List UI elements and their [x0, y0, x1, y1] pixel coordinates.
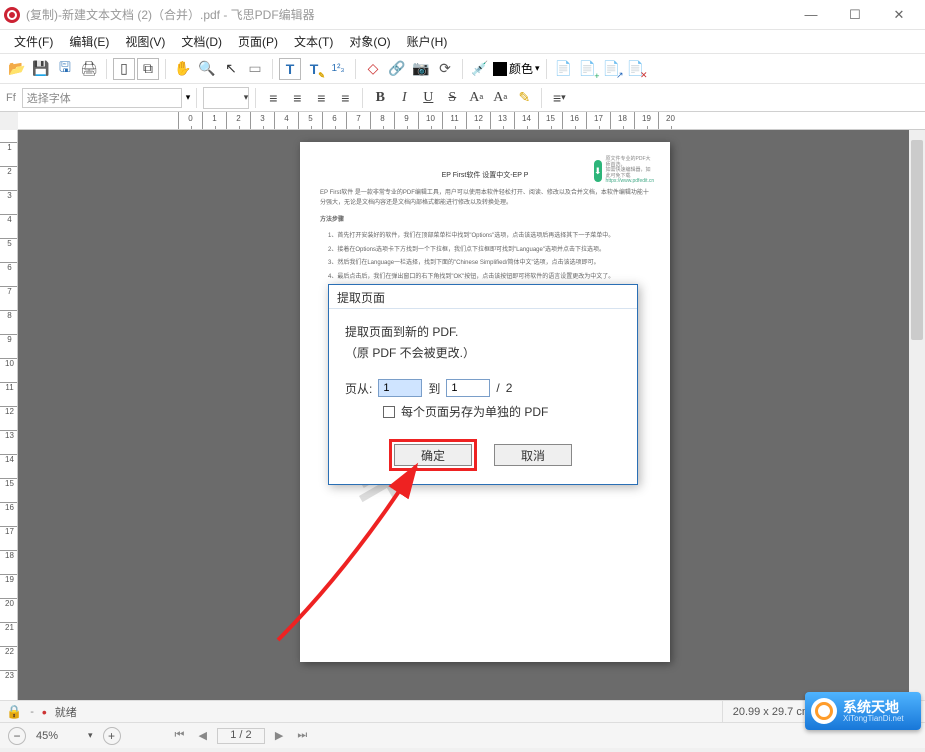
zoom-in-button[interactable]: +	[103, 727, 121, 745]
gear-icon	[811, 698, 837, 724]
doc-step: 4、最后点击后，我们在弹出窗口的右下角找到"OK"按钮，点击该按钮即可将软件的语…	[320, 273, 650, 283]
menu-account[interactable]: 账户(H)	[401, 31, 454, 52]
zoom-bar: − 45% ▾ + ⏮ ◀ 1 / 2 ▶ ⏭	[0, 722, 925, 748]
text-tool-icon[interactable]: T	[279, 58, 301, 80]
marquee-icon[interactable]: ▭	[244, 58, 266, 80]
doc-step: 2、接着在Options选项卡下方找到一个下拉框，我们点下拉框即可找到"Lang…	[320, 246, 650, 256]
color-picker[interactable]: 颜色 ▾	[493, 60, 540, 77]
zoom-tool-icon[interactable]: 🔍	[196, 58, 218, 80]
page-number-field[interactable]: 1 / 2	[217, 728, 265, 744]
menu-text[interactable]: 文本(T)	[288, 31, 339, 52]
pdf-logo-icon: ⬇	[594, 160, 602, 182]
doc-subhead: 方法步骤	[320, 216, 650, 226]
page-insert-icon[interactable]: 📄	[553, 58, 575, 80]
dialog-line2: （原 PDF 不会被更改.）	[345, 344, 621, 361]
superscript-icon[interactable]: Aa	[465, 87, 487, 109]
maximize-button[interactable]: ☐	[833, 0, 877, 30]
total-pages: 2	[506, 381, 513, 395]
rotate-icon[interactable]: ⟳	[434, 58, 456, 80]
camera-icon[interactable]: 📷	[410, 58, 432, 80]
page-layout2-icon[interactable]: ⧉	[137, 58, 159, 80]
menu-view[interactable]: 视图(V)	[119, 31, 171, 52]
to-page-input[interactable]	[446, 379, 490, 397]
save-icon[interactable]: 💾	[30, 58, 52, 80]
ruler-horizontal: 01234567891011121314151617181920	[18, 112, 925, 130]
zoom-out-button[interactable]: −	[8, 727, 26, 745]
dialog-title: 提取页面	[329, 285, 637, 309]
page-add-icon[interactable]: 📄+	[577, 58, 599, 80]
line-spacing-icon[interactable]: ≡▾	[548, 87, 570, 109]
page-layout1-icon[interactable]: ▯	[113, 58, 135, 80]
print-icon[interactable]: 🖨	[78, 58, 100, 80]
separate-pdf-checkbox[interactable]	[383, 406, 395, 418]
menu-document[interactable]: 文档(D)	[175, 31, 228, 52]
status-ready: 就绪	[55, 704, 77, 720]
font-size-icon[interactable]: ▾	[203, 87, 249, 109]
align-justify-icon[interactable]: ≡	[334, 87, 356, 109]
cancel-button[interactable]: 取消	[494, 444, 572, 466]
scrollbar-vertical[interactable]	[909, 130, 925, 700]
ruler-vertical: 1234567891011121314151617181920212223	[0, 130, 18, 700]
minimize-button[interactable]: —	[789, 0, 833, 30]
align-right-icon[interactable]: ≡	[310, 87, 332, 109]
eyedropper-icon[interactable]: 💉	[469, 58, 491, 80]
app-icon	[4, 7, 20, 23]
italic-icon[interactable]: I	[393, 87, 415, 109]
menu-bar: 文件(F) 编辑(E) 视图(V) 文档(D) 页面(P) 文本(T) 对象(O…	[0, 30, 925, 54]
subscript-icon[interactable]: Aa	[489, 87, 511, 109]
prev-page-button[interactable]: ◀	[194, 729, 210, 742]
underline-icon[interactable]: U	[417, 87, 439, 109]
page-sep: /	[496, 381, 499, 395]
open-icon[interactable]: 📂	[6, 58, 28, 80]
ok-button[interactable]: 确定	[394, 444, 472, 466]
window-title: (复制)-新建文本文档 (2)（合并）.pdf - 飞思PDF编辑器	[26, 6, 789, 23]
doc-para: EP First软件 是一款非常专业的PDF编辑工具，用户可以使用本软件轻松打开…	[320, 189, 650, 208]
save-as-icon[interactable]: 🖫	[54, 58, 76, 80]
highlight-icon[interactable]: ✎	[513, 87, 535, 109]
align-center-icon[interactable]: ≡	[286, 87, 308, 109]
checkbox-label: 每个页面另存为单独的 PDF	[401, 403, 548, 420]
bold-icon[interactable]: B	[369, 87, 391, 109]
from-page-input[interactable]	[378, 379, 422, 397]
color-swatch	[493, 62, 507, 76]
text-number-icon[interactable]: 1²₃	[327, 58, 349, 80]
color-label: 颜色	[509, 60, 533, 77]
close-button[interactable]: ✕	[877, 0, 921, 30]
brand-url: XiTongTianDi.net	[843, 714, 904, 723]
menu-edit[interactable]: 编辑(E)	[63, 31, 115, 52]
text-edit-icon[interactable]: T✎	[303, 58, 325, 80]
page-delete-icon[interactable]: 📄✕	[625, 58, 647, 80]
extract-pages-dialog: 提取页面 提取页面到新的 PDF. （原 PDF 不会被更改.） 页从: 到 /…	[328, 284, 638, 485]
menu-file[interactable]: 文件(F)	[8, 31, 59, 52]
first-page-button[interactable]: ⏮	[171, 729, 189, 742]
pdf-badge: ⬇ 原文件专业的PDF大师首选， 如需快速编辑器，如此可免下载 https://…	[594, 158, 654, 184]
dialog-line1: 提取页面到新的 PDF.	[345, 323, 621, 340]
strike-icon[interactable]: S	[441, 87, 463, 109]
scrollbar-thumb[interactable]	[911, 140, 923, 340]
page-export-icon[interactable]: 📄↗	[601, 58, 623, 80]
title-bar: (复制)-新建文本文档 (2)（合并）.pdf - 飞思PDF编辑器 — ☐ ✕	[0, 0, 925, 30]
to-label: 到	[428, 380, 440, 397]
status-bar: 🔒 - • 就绪 20.99 x 29.7 cm 预览	[0, 700, 925, 722]
brand-name: 系统天地	[843, 700, 904, 714]
doc-step: 1、首先打开安装好的软件，我们在顶部菜单栏中找到"Options"选项，点击该选…	[320, 232, 650, 242]
align-left-icon[interactable]: ≡	[262, 87, 284, 109]
hand-tool-icon[interactable]: ✋	[172, 58, 194, 80]
select-tool-icon[interactable]: ↖	[220, 58, 242, 80]
brand-watermark: 系统天地 XiTongTianDi.net	[805, 692, 921, 730]
main-toolbar: 📂 💾 🖫 🖨 ▯ ⧉ ✋ 🔍 ↖ ▭ T T✎ 1²₃ ◇ 🔗 📷 ⟳ 💉 颜…	[0, 54, 925, 84]
lock-icon: 🔒	[6, 704, 22, 720]
next-page-button[interactable]: ▶	[271, 729, 287, 742]
from-label: 页从:	[345, 380, 372, 397]
format-toolbar: Ff 选择字体 ▾ ▾ ≡ ≡ ≡ ≡ B I U S Aa Aa ✎ ≡▾	[0, 84, 925, 112]
font-selector[interactable]: 选择字体	[22, 88, 182, 108]
link-icon[interactable]: 🔗	[386, 58, 408, 80]
doc-step: 3、然后我们在Language一栏选择，找到下面的"Chinese Simpli…	[320, 259, 650, 269]
shape-icon[interactable]: ◇	[362, 58, 384, 80]
zoom-value[interactable]: 45%	[36, 730, 78, 742]
menu-page[interactable]: 页面(P)	[232, 31, 284, 52]
last-page-button[interactable]: ⏭	[293, 729, 311, 742]
menu-object[interactable]: 对象(O)	[343, 31, 396, 52]
